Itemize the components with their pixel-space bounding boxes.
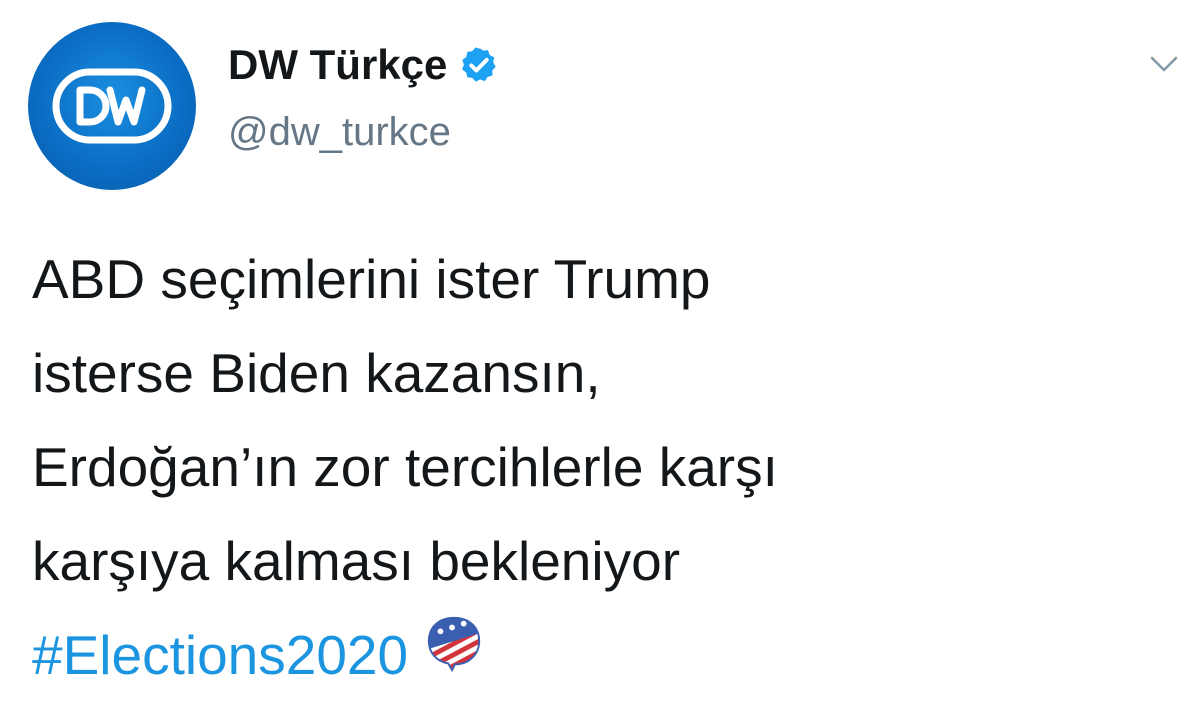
user-handle[interactable]: @dw_turkce [228,110,499,155]
hashtag-link[interactable]: #Elections2020 [32,624,408,686]
chevron-down-icon[interactable] [1146,50,1182,78]
name-row: DW Türkçe [228,38,499,92]
tweet-text-line: karşıya kalması bekleniyor [32,530,681,592]
tweet-author: DW Türkçe @dw_turkce [228,38,499,155]
display-name[interactable]: DW Türkçe [228,41,447,89]
avatar[interactable] [28,22,196,190]
dw-logo-icon [52,68,172,144]
tweet-text-line: ABD seçimlerini ister Trump [32,248,711,310]
hashtag-line: #Elections2020 [32,608,1172,702]
tweet-body: ABD seçimlerini ister Trump isterse Bide… [32,232,1172,702]
tweet-card: DW Türkçe @dw_turkce ABD seçimlerini ist… [0,0,1200,728]
tweet-text-line: Erdoğan’ın zor tercihlerle karşı [32,436,778,498]
tweet-text-line: isterse Biden kazansın, [32,342,601,404]
us-election-hashflag-icon [428,616,481,673]
verified-badge-icon [462,47,497,82]
